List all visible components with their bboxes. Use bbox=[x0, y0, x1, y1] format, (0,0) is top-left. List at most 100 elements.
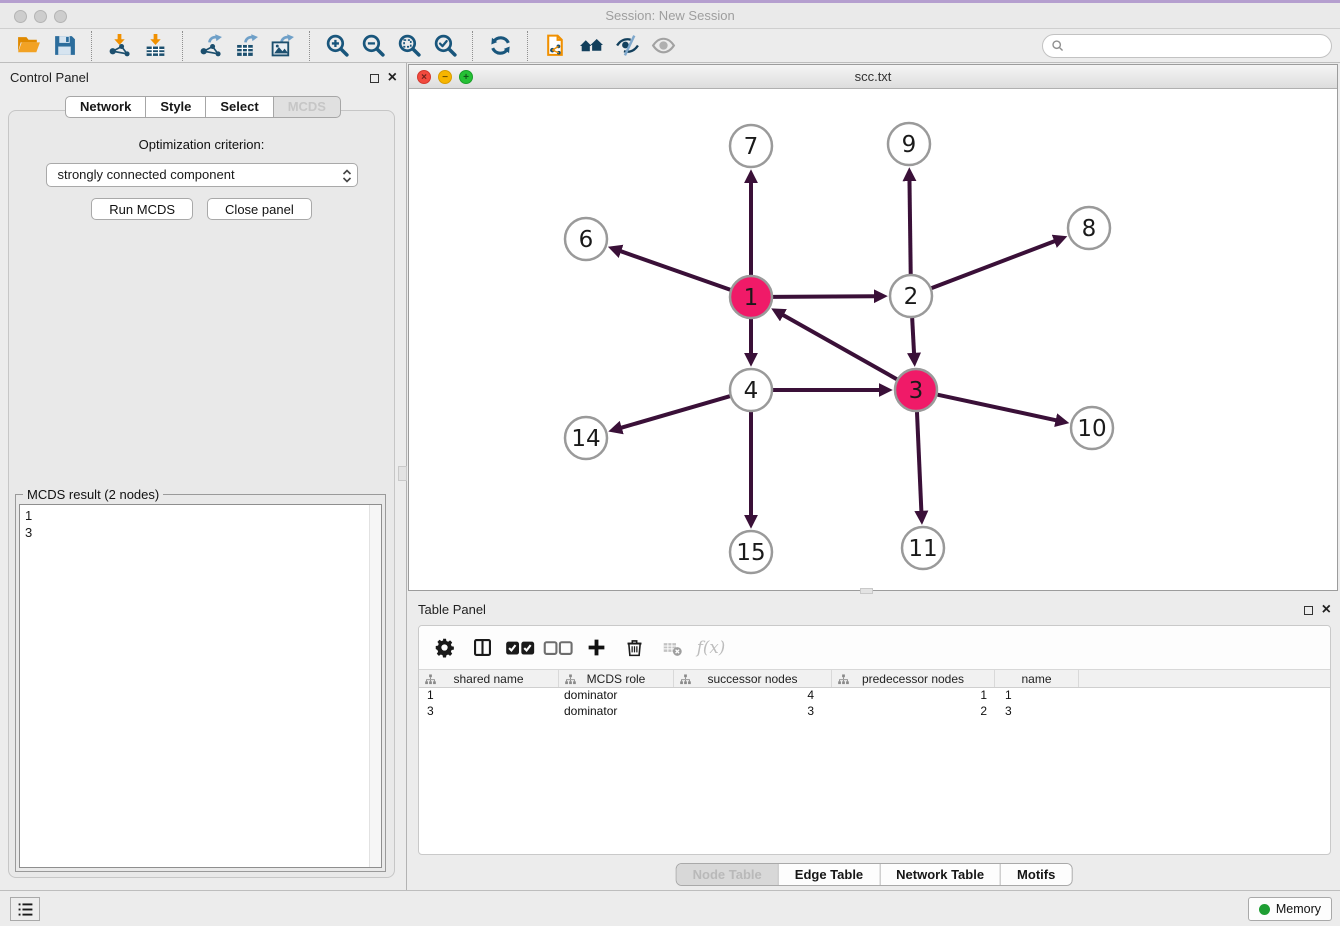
zoom-selected-button[interactable] bbox=[427, 31, 463, 61]
cell-shared-name[interactable]: 3 bbox=[419, 704, 559, 720]
column-header-predecessor-nodes[interactable]: predecessor nodes bbox=[832, 670, 995, 687]
svg-text:2: 2 bbox=[904, 284, 919, 310]
tab-network-table[interactable]: Network Table bbox=[879, 864, 1000, 885]
graph-node-14[interactable]: 14 bbox=[565, 417, 607, 459]
float-panel-icon[interactable] bbox=[370, 74, 379, 83]
select-all-columns-button[interactable] bbox=[503, 631, 537, 665]
import-network-button[interactable] bbox=[101, 31, 137, 61]
network-graph-canvas[interactable]: 7 9 6 8 1 2 4 3 14 10 15 11 bbox=[409, 89, 1337, 590]
export-table-button[interactable] bbox=[228, 31, 264, 61]
graph-node-8[interactable]: 8 bbox=[1068, 207, 1110, 249]
graph-node-3[interactable]: 3 bbox=[895, 369, 937, 411]
export-network-button[interactable] bbox=[192, 31, 228, 61]
edge-3-11[interactable] bbox=[917, 412, 921, 512]
zoom-out-button[interactable] bbox=[355, 31, 391, 61]
task-history-button[interactable] bbox=[10, 897, 40, 921]
minimize-window-button[interactable] bbox=[34, 10, 47, 23]
table-row[interactable]: 3dominator323 bbox=[419, 704, 1330, 720]
vertical-splitter-handle[interactable] bbox=[398, 466, 407, 481]
horizontal-splitter-handle[interactable] bbox=[860, 588, 873, 594]
refresh-button[interactable] bbox=[482, 31, 518, 61]
cell-MCDS-role[interactable]: dominator bbox=[559, 704, 674, 720]
open-file-button[interactable] bbox=[10, 31, 46, 61]
edge-3-10[interactable] bbox=[938, 395, 1057, 421]
cell-predecessor-nodes[interactable]: 1 bbox=[832, 688, 995, 704]
edge-1-2[interactable] bbox=[773, 296, 875, 297]
network-minimize-button[interactable]: − bbox=[438, 70, 452, 84]
network-maximize-button[interactable]: + bbox=[459, 70, 473, 84]
column-header-MCDS-role[interactable]: MCDS role bbox=[559, 670, 674, 687]
run-mcds-button[interactable]: Run MCDS bbox=[91, 198, 193, 220]
close-panel-button[interactable]: Close panel bbox=[207, 198, 312, 220]
network-window-titlebar[interactable]: × − + scc.txt bbox=[409, 65, 1337, 89]
tab-style[interactable]: Style bbox=[146, 96, 206, 118]
table-row[interactable]: 1dominator411 bbox=[419, 688, 1330, 704]
close-table-panel-icon[interactable]: × bbox=[1322, 602, 1331, 618]
cell-successor-nodes[interactable]: 4 bbox=[674, 688, 832, 704]
cell-shared-name[interactable]: 1 bbox=[419, 688, 559, 704]
memory-button[interactable]: Memory bbox=[1248, 897, 1332, 921]
cell-successor-nodes[interactable]: 3 bbox=[674, 704, 832, 720]
network-overview-button[interactable] bbox=[573, 31, 609, 61]
mcds-result-title: MCDS result (2 nodes) bbox=[23, 487, 163, 502]
cell-name[interactable]: 1 bbox=[995, 688, 1079, 704]
unselect-all-columns-button[interactable] bbox=[541, 631, 575, 665]
tab-node-table[interactable]: Node Table bbox=[677, 864, 778, 885]
delete-columns-button[interactable] bbox=[617, 631, 651, 665]
tab-mcds[interactable]: MCDS bbox=[274, 96, 341, 118]
graph-node-7[interactable]: 7 bbox=[730, 125, 772, 167]
edge-2-8[interactable] bbox=[932, 241, 1056, 288]
show-columns-button[interactable] bbox=[465, 631, 499, 665]
toolbar-separator bbox=[527, 31, 528, 61]
svg-text:4: 4 bbox=[744, 378, 759, 404]
graph-node-2[interactable]: 2 bbox=[890, 275, 932, 317]
table-settings-button[interactable] bbox=[427, 631, 461, 665]
import-table-button[interactable] bbox=[137, 31, 173, 61]
show-all-button[interactable] bbox=[645, 31, 681, 61]
column-header-name[interactable]: name bbox=[995, 670, 1079, 687]
create-column-button[interactable] bbox=[579, 631, 613, 665]
graph-node-11[interactable]: 11 bbox=[902, 527, 944, 569]
hide-selected-button[interactable] bbox=[609, 31, 645, 61]
graph-node-1[interactable]: 1 bbox=[730, 276, 772, 318]
cell-name[interactable]: 3 bbox=[995, 704, 1079, 720]
edge-4-14[interactable] bbox=[621, 396, 730, 428]
edge-1-6[interactable] bbox=[620, 251, 730, 290]
close-panel-icon[interactable]: × bbox=[388, 70, 397, 86]
graph-node-15[interactable]: 15 bbox=[730, 531, 772, 573]
export-image-button[interactable] bbox=[264, 31, 300, 61]
tab-select[interactable]: Select bbox=[206, 96, 273, 118]
edge-2-3[interactable] bbox=[912, 318, 914, 354]
search-icon bbox=[1051, 39, 1065, 53]
mcds-result-text[interactable]: 1 3 bbox=[19, 504, 382, 868]
column-header-successor-nodes[interactable]: successor nodes bbox=[674, 670, 832, 687]
svg-text:15: 15 bbox=[736, 540, 765, 566]
graph-node-10[interactable]: 10 bbox=[1071, 407, 1113, 449]
optimization-criterion-select[interactable]: strongly connected component bbox=[46, 163, 358, 187]
cell-predecessor-nodes[interactable]: 2 bbox=[832, 704, 995, 720]
zoom-window-button[interactable] bbox=[54, 10, 67, 23]
tab-edge-table[interactable]: Edge Table bbox=[778, 864, 879, 885]
search-input[interactable] bbox=[1042, 34, 1332, 58]
network-close-button[interactable]: × bbox=[417, 70, 431, 84]
graph-node-4[interactable]: 4 bbox=[730, 369, 772, 411]
graph-node-6[interactable]: 6 bbox=[565, 218, 607, 260]
control-panel: Control Panel × NetworkStyleSelectMCDS O… bbox=[0, 63, 407, 890]
float-table-panel-icon[interactable] bbox=[1304, 606, 1313, 615]
result-scrollbar[interactable] bbox=[369, 505, 381, 867]
zoom-fit-button[interactable] bbox=[391, 31, 427, 61]
tab-motifs[interactable]: Motifs bbox=[1000, 864, 1071, 885]
save-session-button[interactable] bbox=[46, 31, 82, 61]
edge-2-9[interactable] bbox=[909, 180, 910, 274]
edge-3-1[interactable] bbox=[782, 315, 896, 380]
graph-node-9[interactable]: 9 bbox=[888, 123, 930, 165]
delete-table-button[interactable] bbox=[655, 631, 689, 665]
cell-MCDS-role[interactable]: dominator bbox=[559, 688, 674, 704]
tab-network[interactable]: Network bbox=[65, 96, 146, 118]
function-builder-button[interactable]: f(x) bbox=[693, 631, 727, 665]
new-network-from-selection-button[interactable] bbox=[537, 31, 573, 61]
column-header-shared-name[interactable]: shared name bbox=[419, 670, 559, 687]
node-table-container: f(x) shared nameMCDS rolesuccessor nodes… bbox=[418, 625, 1331, 855]
close-window-button[interactable] bbox=[14, 10, 27, 23]
zoom-in-button[interactable] bbox=[319, 31, 355, 61]
